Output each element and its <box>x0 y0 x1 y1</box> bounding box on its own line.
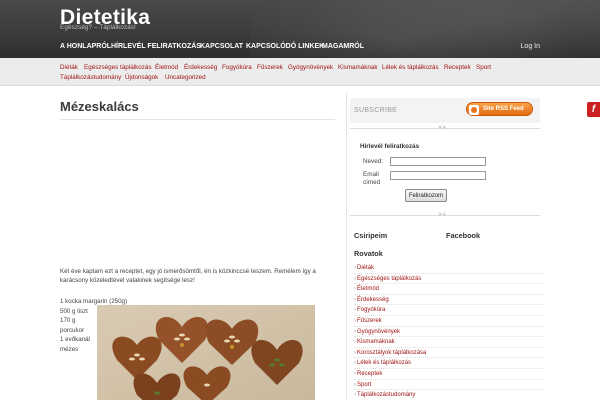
rovatok-item[interactable]: ›Receptek <box>354 369 544 380</box>
cat-item-egeszseges-taplalkozas[interactable]: Egészséges táplálkozás <box>84 64 152 71</box>
cat-item-fuszerek[interactable]: Fűszerek <box>257 64 283 71</box>
post-title[interactable]: Mézeskalács <box>60 99 139 114</box>
cat-item-gyogynovenyek[interactable]: Gyógynövények <box>288 64 333 71</box>
category-nav: Diéták Egészséges táplálkozás Életmód Ér… <box>0 58 600 86</box>
rovatok-item[interactable]: ›Gyógynövények <box>354 327 544 338</box>
name-field[interactable] <box>390 157 486 166</box>
rovatok-item[interactable]: ›Diéták <box>354 263 544 274</box>
subscribe-label: SUBSCRIBE <box>354 107 398 114</box>
cat-item-dietak[interactable]: Diéták <box>60 64 78 71</box>
nav-item-hirlevel-feliratkozas[interactable]: HÍRLEVÉL FELIRATKOZÁS <box>111 43 201 50</box>
rovatok-item[interactable]: ›Lélek és táplálkozás <box>354 358 544 369</box>
nav-item-magamrol[interactable]: MAGAMRÓL <box>322 43 364 50</box>
rovatok-item[interactable]: ›Fogyókúra <box>354 305 544 316</box>
post-intro: Két éve kaptam ezt a receptet, egy jó is… <box>60 268 316 284</box>
site-tagline: Egészség? – Táplálkozás! <box>60 24 136 31</box>
cat-item-lelek-es-taplalkozas[interactable]: Lélek és táplálkozás <box>382 64 439 71</box>
cat-item-ujdonsagok[interactable]: Újdonságok <box>125 74 158 81</box>
cat-item-sport[interactable]: Sport <box>476 64 491 71</box>
cat-item-receptek[interactable]: Receptek <box>444 64 471 71</box>
nav-item-a-honlaprol[interactable]: A HONLAPRÓL <box>60 43 111 50</box>
rss-feed-button[interactable]: Site RSS Feed <box>466 102 533 116</box>
sidebar-divider <box>346 93 347 400</box>
email-label: Email címed <box>363 171 381 186</box>
divider-ornament: ❦❦ <box>438 125 447 131</box>
rovatok-title: Rovatok <box>354 249 383 258</box>
newsletter-title: Hírlevél feliratkozás <box>360 143 420 150</box>
nav-item-kapcsolodo-linkek[interactable]: KAPCSOLÓDÓ LINKEK <box>246 43 324 50</box>
rovatok-item[interactable]: ›Táplálkozástudomány <box>354 390 544 400</box>
main-nav: A HONLAPRÓL HÍRLEVÉL FELIRATKOZÁS KAPCSO… <box>0 37 600 58</box>
email-field[interactable] <box>390 171 486 180</box>
post-title-divider <box>60 119 335 120</box>
cat-item-fogyokura[interactable]: Fogyókúra <box>222 64 252 71</box>
rovatok-item[interactable]: ›Korosztályok táplálkozása <box>354 348 544 359</box>
divider-ornament: ❦❦ <box>438 212 447 218</box>
flash-icon[interactable]: f <box>587 102 600 117</box>
rovatok-item[interactable]: ›Életmód <box>354 284 544 295</box>
rovatok-list: ›Diéták ›Egészséges táplálkozás ›Életmód… <box>354 263 544 400</box>
csiripeim-title: Csiripeim <box>354 231 388 240</box>
gingerbread-photo <box>97 305 315 400</box>
rovatok-item[interactable]: ›Kismamáknak <box>354 337 544 348</box>
site-header: Dietetika Egészség? – Táplálkozás! A HON… <box>0 0 600 58</box>
subscribe-button[interactable]: Feliratkozom <box>405 189 447 202</box>
facebook-title: Facebook <box>446 231 481 240</box>
login-link[interactable]: Log In <box>521 43 540 50</box>
cat-item-erdekesseg[interactable]: Érdekesség <box>184 64 217 71</box>
cat-item-taplalkozastudomany[interactable]: Táplálkozástudomány <box>60 74 121 81</box>
name-label: Neved: <box>363 158 383 165</box>
rovatok-item[interactable]: ›Érdekesség <box>354 295 544 306</box>
rovatok-item[interactable]: ›Fűszerek <box>354 316 544 327</box>
rss-icon <box>469 104 479 115</box>
rovatok-item[interactable]: ›Egészséges táplálkozás <box>354 274 544 285</box>
cat-item-uncategorized[interactable]: Uncategorized <box>165 74 206 81</box>
cat-item-kismamaknak[interactable]: Kismamáknak <box>338 64 378 71</box>
rovatok-item[interactable]: ›Sport <box>354 380 544 391</box>
nav-item-kapcsolat[interactable]: KAPCSOLAT <box>200 43 243 50</box>
rss-feed-label: Site RSS Feed <box>483 105 524 112</box>
cat-item-eletmod[interactable]: Életmód <box>155 64 178 71</box>
